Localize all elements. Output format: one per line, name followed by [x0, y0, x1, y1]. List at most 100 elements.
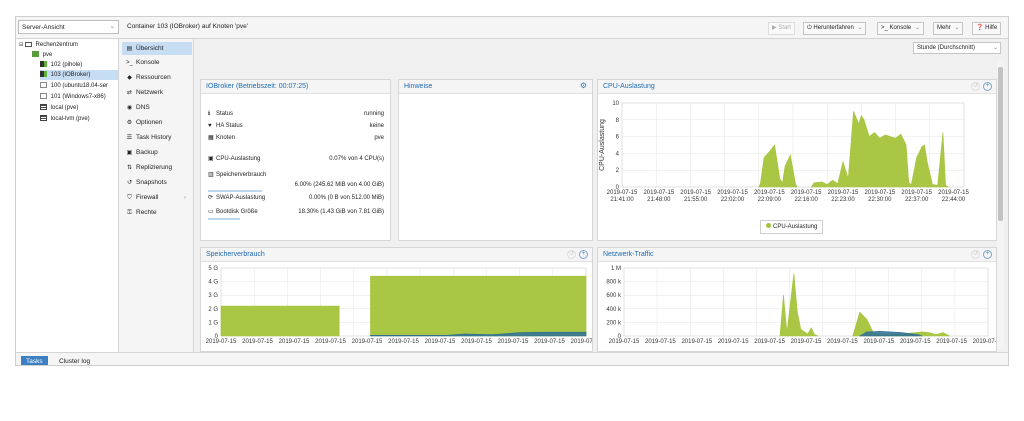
network-chart: 0200 k400 k600 k800 k1 M2019-07-15 2019-0…: [606, 266, 996, 345]
datacenter-icon: [24, 42, 32, 47]
menu-item-label: Task History: [136, 134, 172, 141]
bootdisk-progress-bar: [208, 218, 240, 220]
tree-item-vm-100[interactable]: 100 (ubuntu18.04-ser: [40, 81, 118, 91]
x-tick-label: 2019-07-15: [534, 339, 565, 345]
node-label: Knoten: [216, 135, 236, 141]
zoom-reset-icon[interactable]: ↺: [567, 250, 576, 259]
menu-item-label: Optionen: [136, 119, 163, 126]
status-value: running: [363, 111, 384, 117]
x-tick-label: 2019-07-15: [242, 339, 273, 345]
more-button[interactable]: Mehr ⌄: [933, 22, 964, 35]
tree-item-container-103[interactable]: 103 (IOBroker): [40, 70, 118, 80]
tree-item-node-pve[interactable]: pve: [32, 50, 52, 60]
tree-item-vm-101[interactable]: 101 (Windows7-x86): [40, 92, 118, 102]
help-button[interactable]: ❓ Hilfe: [972, 22, 1002, 35]
zoom-reset-icon[interactable]: ↺: [971, 82, 980, 91]
x-tick-date: 2019-07-15: [754, 190, 785, 196]
zoom-in-icon[interactable]: +: [579, 250, 588, 259]
menu-item-options[interactable]: ⚙ Optionen: [122, 116, 192, 129]
swap-label: SWAP-Auslastung: [216, 195, 266, 201]
menu-item-dns[interactable]: ◉ DNS: [122, 101, 192, 114]
console-button[interactable]: >_ Konsole ⌄: [877, 22, 924, 35]
view-select[interactable]: Server-Ansicht ⌄: [18, 20, 119, 34]
menu-item-backup[interactable]: ▣ Backup: [122, 146, 192, 159]
x-tick-label: 2019-07-15: [461, 339, 492, 345]
y-tick-label: 10: [612, 101, 619, 107]
menu-item-overview[interactable]: ▤ Übersicht: [122, 42, 192, 55]
tree-item-storage-local-lvm[interactable]: local-lvm (pve): [40, 114, 118, 124]
tree-item-container-102[interactable]: 102 (pihole): [40, 60, 118, 70]
x-tick-label: 2019-07-15: [900, 339, 931, 345]
series-area: [220, 305, 340, 337]
menu-item-label: Backup: [136, 149, 158, 156]
status-panel: IOBroker (Betriebszeit: 00:07:25) ℹ Statu…: [200, 79, 391, 241]
console-button-label: Konsole: [889, 25, 912, 31]
tree-item-label: local-lvm (pve): [50, 116, 90, 122]
memory-panel-title: Speicherverbrauch: [206, 251, 265, 258]
heartbeat-icon: ♥: [208, 123, 212, 129]
menu-item-console[interactable]: >_ Konsole: [122, 56, 192, 69]
x-tick-date: 2019-07-15: [791, 190, 822, 196]
tab-cluster-log[interactable]: Cluster log: [54, 356, 95, 365]
cpu-icon: ▣: [208, 156, 214, 162]
tree-item-label: 102 (pihole): [50, 62, 83, 68]
cpu-value: 0.07% von 4 CPU(s): [329, 156, 384, 162]
cpu-legend[interactable]: CPU-Auslastung: [760, 220, 824, 234]
start-button[interactable]: ▶ Start: [768, 22, 795, 35]
resource-tree: ⊟ Rechenzentrum pve 102 (pihole) 103 (IO…: [16, 39, 119, 352]
y-tick-label: 8: [616, 118, 620, 124]
top-toolbar: Server-Ansicht ⌄ Container 103 (IOBroker…: [16, 17, 1008, 39]
x-tick-date: 2019-07-15: [607, 190, 638, 196]
x-tick-label: 2019-07-15: [863, 339, 894, 345]
chevron-down-icon[interactable]: ⌄: [915, 25, 920, 31]
content-scrollbar[interactable]: [997, 61, 1004, 348]
menu-item-label: Replizierung: [136, 164, 173, 171]
tree-item-label: 103 (IOBroker): [50, 72, 91, 78]
collapse-icon[interactable]: ⊟: [19, 42, 23, 48]
memory-panel: Speicherverbrauch ↺ + 01 G2 G3 G4 G5 G 20…: [200, 247, 593, 352]
x-tick-label: 2019-07-15: [936, 339, 967, 345]
node-value: pve: [374, 135, 384, 141]
more-button-label: Mehr: [937, 25, 951, 31]
terminal-icon: >_: [126, 60, 133, 66]
refresh-icon: ⟳: [208, 195, 214, 201]
chevron-down-icon[interactable]: ⌄: [857, 25, 862, 31]
zoom-reset-icon[interactable]: ↺: [971, 250, 980, 259]
help-icon: ❓: [976, 25, 984, 31]
tab-tasks[interactable]: Tasks: [21, 356, 48, 365]
swap-value: 0.00% (0 B von 512.00 MiB): [308, 195, 384, 201]
legend-swatch: [766, 223, 771, 228]
notes-panel-header: Hinweise ⚙: [399, 80, 592, 94]
menu-item-task-history[interactable]: ☰ Task History: [122, 131, 192, 144]
scrollbar-thumb[interactable]: [998, 67, 1003, 221]
x-tick-label: 2019-07-15: [279, 339, 310, 345]
menu-item-snapshots[interactable]: ↺ Snapshots: [122, 176, 192, 189]
menu-item-resources[interactable]: ◆ Ressourcen: [122, 71, 192, 84]
menu-item-permissions[interactable]: ⚿ Rechte: [122, 206, 192, 219]
menu-item-firewall[interactable]: ⛉ Firewall ›: [122, 191, 192, 204]
book-icon: ▤: [126, 46, 133, 52]
plot-area: [623, 267, 989, 337]
tree-item-datacenter[interactable]: ⊟ Rechenzentrum: [19, 40, 78, 50]
x-tick-time: 21:41:00: [610, 197, 634, 203]
menu-item-label: Konsole: [136, 59, 160, 66]
play-icon: ▶: [772, 25, 777, 31]
menu-item-network[interactable]: ⇄ Netzwerk: [122, 86, 192, 99]
x-tick-time: 22:16:00: [794, 197, 818, 203]
storage-icon: [40, 104, 47, 110]
zoom-in-icon[interactable]: +: [983, 250, 992, 259]
zoom-in-icon[interactable]: +: [983, 82, 992, 91]
x-tick-label: 2019-07-15: [352, 339, 383, 345]
shutdown-button[interactable]: ⏻ Herunterfahren ⌄: [803, 22, 867, 35]
menu-item-label: Übersicht: [136, 45, 164, 52]
container-running-icon: [40, 71, 47, 77]
tree-item-storage-local[interactable]: local (pve): [40, 103, 118, 113]
gear-icon[interactable]: ⚙: [579, 82, 588, 91]
timeframe-select[interactable]: Stunde (Durchschnitt) ⌄: [913, 42, 1001, 54]
storage-icon: [40, 115, 47, 121]
menu-item-label: Firewall: [136, 194, 159, 201]
chevron-down-icon: ⌄: [954, 25, 960, 31]
x-tick-label: 2019-07-15: [718, 339, 749, 345]
menu-item-replication[interactable]: ⇅ Replizierung: [122, 161, 192, 174]
x-tick-label: 2019-07-15: [754, 339, 785, 345]
